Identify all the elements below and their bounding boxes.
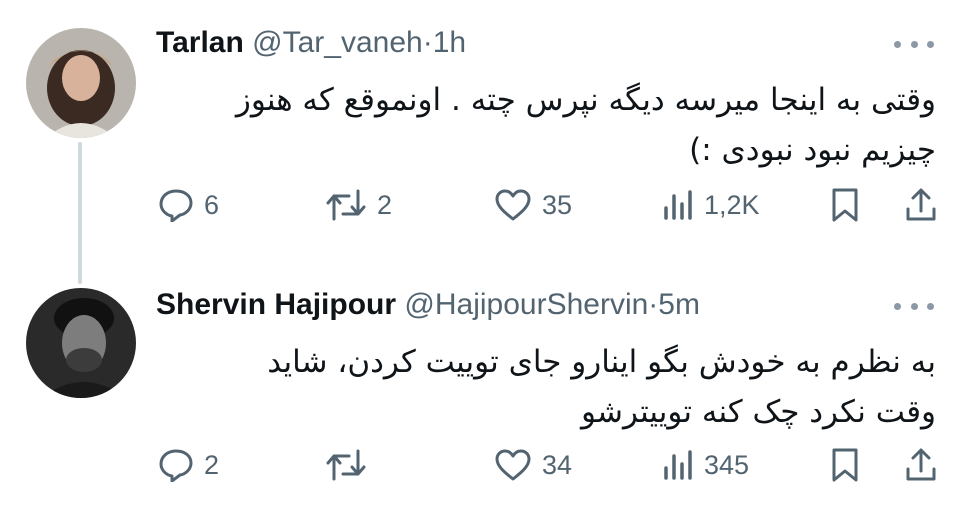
tweet-text-line: وقت نکرد چک کنه توییترشو — [580, 394, 936, 430]
action-bar: 2 34 345 — [0, 440, 964, 490]
tweet-text: وقتی به اینجا میرسه دیگه نپرس چته . اونم… — [156, 75, 936, 175]
reply-button[interactable]: 6 — [158, 180, 219, 230]
retweet-button[interactable]: 2 — [325, 180, 392, 230]
share-icon — [906, 188, 936, 221]
views-count: 345 — [704, 449, 750, 480]
retweet-count: 2 — [377, 189, 393, 220]
like-button[interactable]: 34 — [494, 440, 572, 490]
share-icon — [906, 448, 936, 481]
bookmark-button[interactable] — [830, 180, 860, 230]
bookmark-icon — [832, 448, 858, 482]
reply-icon — [159, 189, 193, 222]
views-button[interactable]: 1,2K — [662, 180, 760, 230]
views-button[interactable]: 345 — [662, 440, 749, 490]
bookmark-button[interactable] — [830, 440, 860, 490]
tweet-header: Tarlan @Tar_vaneh·1h — [156, 26, 466, 60]
tweet-header: Shervin Hajipour @HajipourShervin·5m — [156, 288, 700, 322]
author-name[interactable]: Tarlan — [156, 26, 244, 59]
timestamp[interactable]: 5m — [658, 288, 700, 321]
retweet-icon — [326, 449, 366, 481]
views-icon — [664, 190, 692, 220]
separator-dot: · — [422, 26, 433, 59]
like-count: 34 — [542, 449, 573, 480]
retweet-icon — [326, 189, 366, 221]
views-icon — [664, 450, 692, 480]
more-icon[interactable] — [894, 300, 934, 312]
author-handle[interactable]: @HajipourShervin — [404, 288, 648, 321]
views-count: 1,2K — [704, 189, 760, 220]
tweet-text-line: به نظرم به خودش بگو اینارو جای توییت کرد… — [267, 344, 936, 380]
reply-count: 2 — [204, 449, 220, 480]
like-count: 35 — [542, 189, 573, 220]
separator-dot: · — [648, 288, 659, 321]
reply-count: 6 — [204, 189, 220, 220]
reply-button[interactable]: 2 — [158, 440, 219, 490]
reply-icon — [159, 449, 193, 482]
tweet-text-line: وقتی به اینجا میرسه دیگه نپرس چته . اونم… — [235, 82, 936, 118]
share-button[interactable] — [905, 440, 937, 490]
avatar[interactable] — [26, 288, 136, 398]
bookmark-icon — [832, 188, 858, 222]
author-handle[interactable]: @Tar_vaneh — [252, 26, 423, 59]
like-button[interactable]: 35 — [494, 180, 572, 230]
tweet-text-line: چیزیم نبود نبودی :) — [689, 132, 936, 168]
more-icon[interactable] — [894, 38, 934, 50]
action-bar: 6 2 35 1,2K — [0, 180, 964, 230]
like-icon — [495, 449, 531, 481]
tweet-text: به نظرم به خودش بگو اینارو جای توییت کرد… — [156, 337, 936, 437]
author-name[interactable]: Shervin Hajipour — [156, 288, 396, 321]
share-button[interactable] — [905, 180, 937, 230]
timestamp[interactable]: 1h — [433, 26, 466, 59]
avatar[interactable] — [26, 28, 136, 138]
retweet-button[interactable] — [325, 440, 377, 490]
like-icon — [495, 189, 531, 221]
